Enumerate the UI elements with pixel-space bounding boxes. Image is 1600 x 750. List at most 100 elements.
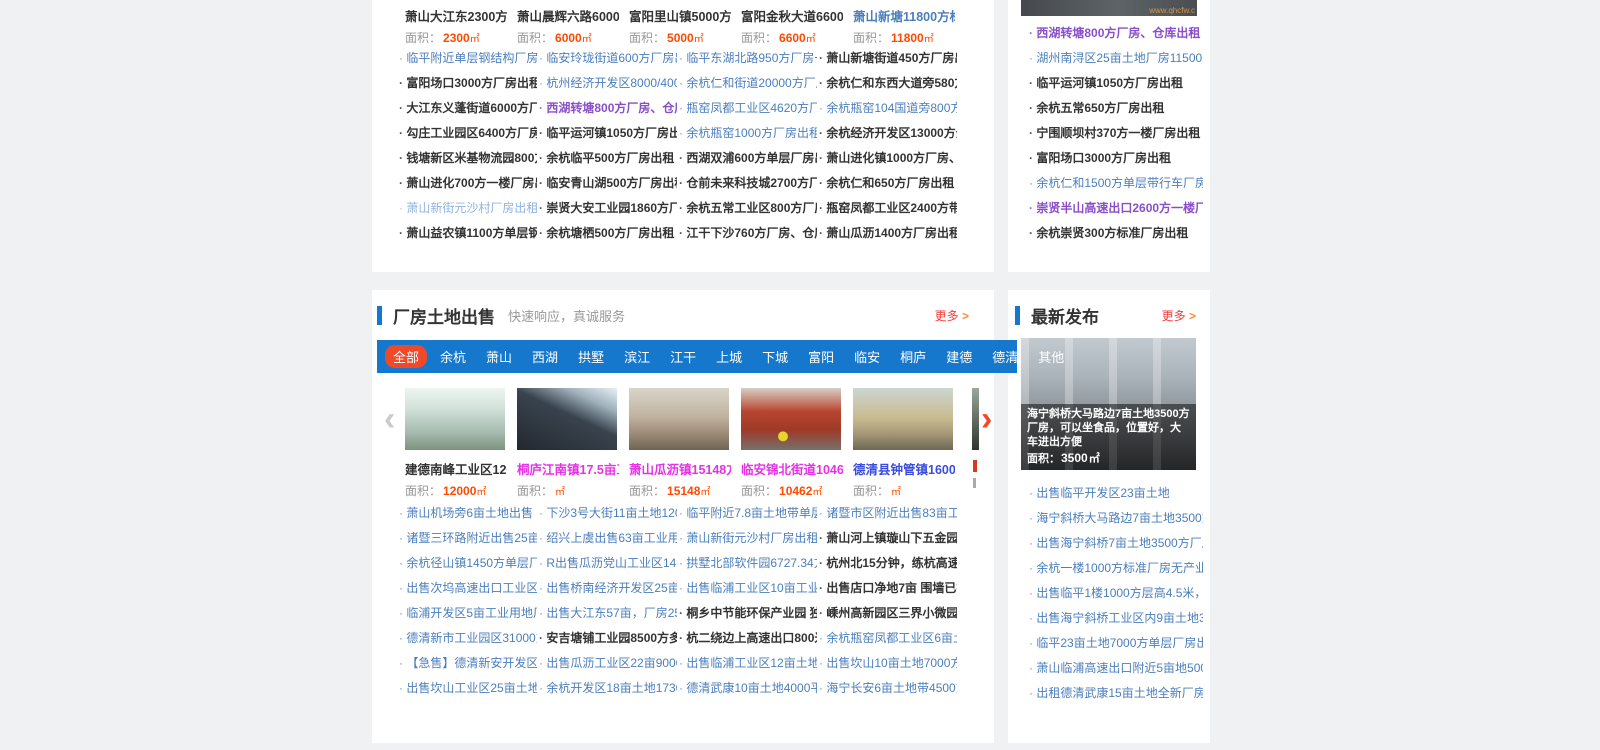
listing-card[interactable]: 萧山大江东2300方厂... 面积：2300㎡ — [405, 6, 517, 46]
more-link[interactable]: 更多 > — [935, 307, 969, 324]
listing-link[interactable]: 出售临浦工业区12亩土地80... — [679, 654, 817, 671]
listing-link[interactable]: R出售瓜沥党山工业区14亩... — [539, 554, 677, 571]
listing-card-title[interactable]: 萧山晨辉六路6000方... — [517, 6, 619, 25]
listing-link[interactable]: 出租德清武康15亩土地全新厂房135... — [1029, 684, 1203, 701]
listing-link[interactable]: 宁围顺坝村370方一楼厂房出租 — [1029, 124, 1203, 141]
listing-card[interactable]: 萧山晨辉六路6000方... 面积：6000㎡ — [517, 6, 629, 46]
listing-link[interactable]: 诸暨三环路附近出售25亩工... — [399, 529, 537, 546]
listing-link[interactable]: 余杭崇贤300方标准厂房出租 — [1029, 224, 1203, 241]
listing-photo[interactable] — [405, 388, 505, 450]
listing-link[interactable]: 嵊州高新园区三界小微园厂... — [819, 604, 957, 621]
listing-link[interactable]: 余杭一楼1000方标准厂房无产业限... — [1029, 559, 1203, 576]
listing-link[interactable]: 临平23亩土地7000方单层厂房出售 — [1029, 634, 1203, 651]
listing-card-title[interactable]: 萧山瓜沥镇15148方... — [629, 459, 731, 478]
district-tab[interactable]: 江干 — [660, 347, 706, 366]
listing-link[interactable]: 余杭临平500方厂房出租 — [539, 149, 677, 166]
listing-link[interactable]: 出售海宁斜桥工业区内9亩土地3600... — [1029, 609, 1203, 626]
listing-photo[interactable] — [853, 388, 953, 450]
listing-card-title[interactable]: 萧山大江东2300方厂... — [405, 6, 507, 25]
listing-link[interactable]: 安吉塘铺工业园8500方多层... — [539, 629, 677, 646]
listing-link[interactable]: 余杭仁和650方厂房出租 — [819, 174, 957, 191]
listing-link[interactable]: 出售次坞高速出口工业区18.... — [399, 579, 537, 596]
district-tab[interactable]: 德清 — [982, 347, 1028, 366]
listing-card[interactable]: 富阳里山镇5000方厂... 面积：5000㎡ — [629, 6, 741, 46]
district-tab[interactable]: 萧山 — [476, 347, 522, 366]
listing-card[interactable]: 萧山瓜沥镇15148方... 面积：15148㎡ — [629, 388, 741, 499]
district-tab[interactable]: 临安 — [844, 347, 890, 366]
listing-link[interactable]: 出售坎山工业区25亩土地20... — [399, 679, 537, 696]
listing-card-title[interactable]: 德清县钟管镇16000... — [853, 459, 955, 478]
listing-link[interactable]: 钱塘新区米基物流园800方... — [399, 149, 537, 166]
listing-link[interactable]: 杭州经济开发区8000/4000... — [539, 74, 677, 91]
listing-card-title[interactable]: 建德南峰工业区1200... — [405, 459, 507, 478]
listing-link[interactable]: 余杭瓶窑1000方厂房出租 — [679, 124, 817, 141]
listing-card[interactable]: 桐庐江南镇17.5亩工... 面积：㎡ — [517, 388, 629, 499]
listing-link[interactable]: 大江东义蓬街道6000方厂房... — [399, 99, 537, 116]
listing-card-title[interactable]: 临安锦北街道10462... — [741, 459, 843, 478]
listing-link[interactable]: 崇贤大安工业园1860方厂房... — [539, 199, 677, 216]
listing-link[interactable]: 临平东湖北路950方厂房一... — [679, 49, 817, 66]
listing-link[interactable]: 【急售】德清新安开发区29... — [399, 654, 537, 671]
listing-link[interactable]: 余杭径山镇1450方单层厂房... — [399, 554, 537, 571]
listing-link[interactable]: 出售临浦工业区10亩工业用地 — [679, 579, 817, 596]
listing-link[interactable]: 萧山河上镇璇山下五金园区1... — [819, 529, 957, 546]
carousel-next-icon[interactable]: › — [981, 402, 992, 436]
listing-card[interactable]: 临安锦北街道10462... 面积：10462㎡ — [741, 388, 853, 499]
listing-link[interactable]: 临安青山湖500方厂房出租 — [539, 174, 677, 191]
listing-link[interactable]: 萧山新街元沙村厂房出租出售 — [679, 529, 817, 546]
listing-link[interactable]: 萧山新街元沙村厂房出租出售 — [399, 199, 537, 216]
district-tab[interactable]: 上城 — [706, 347, 752, 366]
listing-link[interactable]: 杭二绕边上高速出口800米 ... — [679, 629, 817, 646]
district-tab[interactable]: 下城 — [752, 347, 798, 366]
listing-link[interactable]: 临平附近单层钢结构厂房出租 — [399, 49, 537, 66]
listing-card[interactable]: 萧山新塘11800方标... 面积：11800㎡ — [853, 6, 965, 46]
listing-link[interactable]: 下沙3号大街11亩土地1200... — [539, 504, 677, 521]
listing-link[interactable]: 杭州北15分钟，练杭高速口... — [819, 554, 957, 571]
listing-link[interactable]: 萧山瓜沥1400方厂房出租 — [819, 224, 957, 241]
listing-link[interactable]: 萧山新塘街道450方厂房出租 — [819, 49, 957, 66]
listing-card[interactable]: 德清县钟管镇16000... 面积：㎡ — [853, 388, 965, 499]
listing-link[interactable]: 德清武康10亩土地4000平... — [679, 679, 817, 696]
listing-card-title[interactable]: 萧山新塘11800方标... — [853, 6, 955, 25]
listing-link[interactable]: 桐乡中节能环保产业园 独立... — [679, 604, 817, 621]
more-link[interactable]: 更多 > — [1162, 307, 1196, 324]
listing-photo[interactable]: www.qhcfw.c — [1021, 0, 1197, 16]
listing-link[interactable]: 出售临平开发区23亩土地 — [1029, 484, 1203, 501]
district-tab[interactable]: 拱墅 — [568, 347, 614, 366]
listing-link[interactable]: 临浦开发区5亩工业用地厂房... — [399, 604, 537, 621]
listing-link[interactable]: 绍兴上虞出售63亩工业用地... — [539, 529, 677, 546]
listing-link[interactable]: 瓶窑凤都工业区2400方带行... — [819, 199, 957, 216]
listing-photo[interactable] — [629, 388, 729, 450]
listing-card-title[interactable]: 富阳金秋大道6600方... — [741, 6, 843, 25]
listing-link[interactable]: 富阳场口3000方厂房出租 — [399, 74, 537, 91]
carousel-prev-icon[interactable]: ‹ — [384, 402, 395, 436]
listing-link[interactable]: 临平附近7.8亩土地带单层厂... — [679, 504, 817, 521]
listing-card-title[interactable]: 桐庐江南镇17.5亩工... — [517, 459, 619, 478]
listing-link[interactable]: 余杭仁和1500方单层带行车厂房出租 — [1029, 174, 1203, 191]
listing-photo[interactable] — [741, 388, 841, 450]
listing-link[interactable]: 萧山益农镇1100方单层钢架... — [399, 224, 537, 241]
listing-link[interactable]: 萧山临浦高速出口附近5亩地5000方... — [1029, 659, 1203, 676]
listing-link[interactable]: 出售大江东57亩，厂房250... — [539, 604, 677, 621]
listing-link[interactable]: 西湖转塘800方厂房、仓库出租 — [1029, 24, 1203, 41]
listing-link[interactable]: 诸暨市区附近出售83亩工业... — [819, 504, 957, 521]
listing-link[interactable]: 萧山进化700方一楼厂房出租 — [399, 174, 537, 191]
listing-link[interactable]: 临平运河镇1050方厂房出租 — [1029, 74, 1203, 91]
listing-link[interactable]: 仓前未来科技城2700方厂房... — [679, 174, 817, 191]
listing-card[interactable]: 建德南峰工业区1200... 面积：12000㎡ — [405, 388, 517, 499]
listing-link[interactable]: 德清新市工业园区31000方... — [399, 629, 537, 646]
listing-link[interactable]: 富阳场口3000方厂房出租 — [1029, 149, 1203, 166]
listing-link[interactable]: 海宁斜桥大马路边7亩土地3500方厂... — [1029, 509, 1203, 526]
listing-link[interactable]: 出售桥南经济开发区25亩工... — [539, 579, 677, 596]
listing-link[interactable]: 海宁长安6亩土地带4500方... — [819, 679, 957, 696]
listing-link[interactable]: 余杭五常工业区800方厂房... — [679, 199, 817, 216]
listing-link[interactable]: 余杭仁和东西大道旁580方... — [819, 74, 957, 91]
district-tab[interactable]: 余杭 — [430, 347, 476, 366]
listing-link[interactable]: 江干下沙760方厂房、仓库... — [679, 224, 817, 241]
listing-link[interactable]: 临安玲珑街道600方厂房出租 — [539, 49, 677, 66]
listing-link[interactable]: 余杭塘栖500方厂房出租 — [539, 224, 677, 241]
district-tab[interactable]: 其他 — [1028, 347, 1074, 366]
listing-link[interactable]: 西湖转塘800方厂房、仓库... — [539, 99, 677, 116]
listing-link[interactable]: 出售坎山10亩土地7000方 — [819, 654, 957, 671]
listing-link[interactable]: 临平运河镇1050方厂房出租 — [539, 124, 677, 141]
